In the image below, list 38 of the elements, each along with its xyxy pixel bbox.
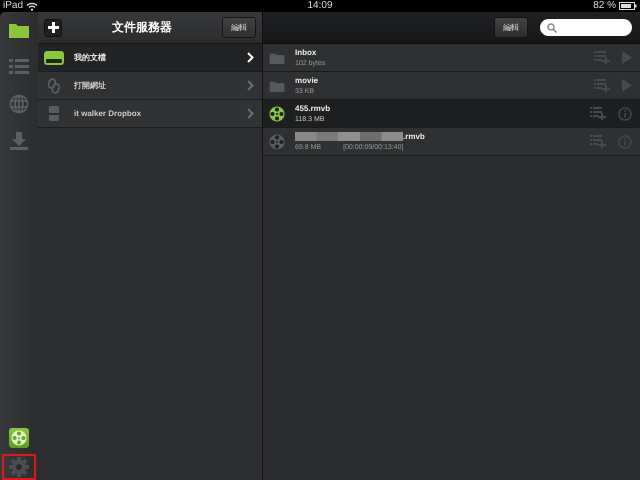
plus-icon bbox=[48, 22, 58, 33]
search-icon bbox=[547, 22, 557, 32]
server-item[interactable]: 我的文檔 bbox=[38, 44, 262, 72]
play-icon[interactable] bbox=[622, 79, 632, 92]
edit-button[interactable]: 編輯 bbox=[494, 17, 528, 38]
film-reel-icon[interactable] bbox=[9, 428, 29, 448]
battery-percent: 82 % bbox=[593, 0, 616, 12]
server-item[interactable]: 打開網址 bbox=[38, 72, 262, 100]
battery-icon bbox=[619, 2, 637, 10]
device-name: iPad bbox=[3, 0, 24, 12]
server-item[interactable]: it walker Dropbox bbox=[38, 100, 262, 128]
add-to-playlist-icon[interactable] bbox=[590, 107, 606, 120]
drive-icon bbox=[44, 50, 64, 64]
panel-title: 文件服務器 bbox=[111, 19, 173, 36]
file-name: 455.rmvb bbox=[295, 104, 330, 113]
search-field[interactable] bbox=[540, 19, 632, 36]
file-name: .rmvb bbox=[403, 132, 425, 141]
info-icon[interactable] bbox=[618, 106, 632, 120]
settings-icon[interactable] bbox=[4, 456, 34, 478]
server-label: it walker Dropbox bbox=[74, 109, 142, 118]
play-icon[interactable] bbox=[622, 51, 632, 64]
edit-button[interactable]: 編輯 bbox=[222, 17, 256, 38]
film-reel-icon bbox=[269, 134, 285, 150]
add-to-playlist-icon[interactable] bbox=[594, 79, 610, 92]
film-reel-icon bbox=[269, 106, 285, 122]
info-icon[interactable] bbox=[618, 134, 632, 148]
status-time: 14:09 bbox=[307, 0, 333, 12]
wifi-icon bbox=[26, 2, 38, 10]
chevron-icon bbox=[247, 80, 254, 91]
add-to-playlist-icon[interactable] bbox=[590, 135, 606, 148]
add-button[interactable] bbox=[44, 18, 62, 36]
server-label: 我的文檔 bbox=[74, 52, 107, 63]
file-name: movie bbox=[295, 76, 318, 85]
chevron-icon bbox=[247, 108, 254, 119]
add-to-playlist-icon[interactable] bbox=[594, 51, 610, 64]
file-name: Inbox bbox=[295, 48, 316, 57]
server-label: 打開網址 bbox=[74, 80, 107, 91]
chevron-icon bbox=[247, 52, 254, 63]
